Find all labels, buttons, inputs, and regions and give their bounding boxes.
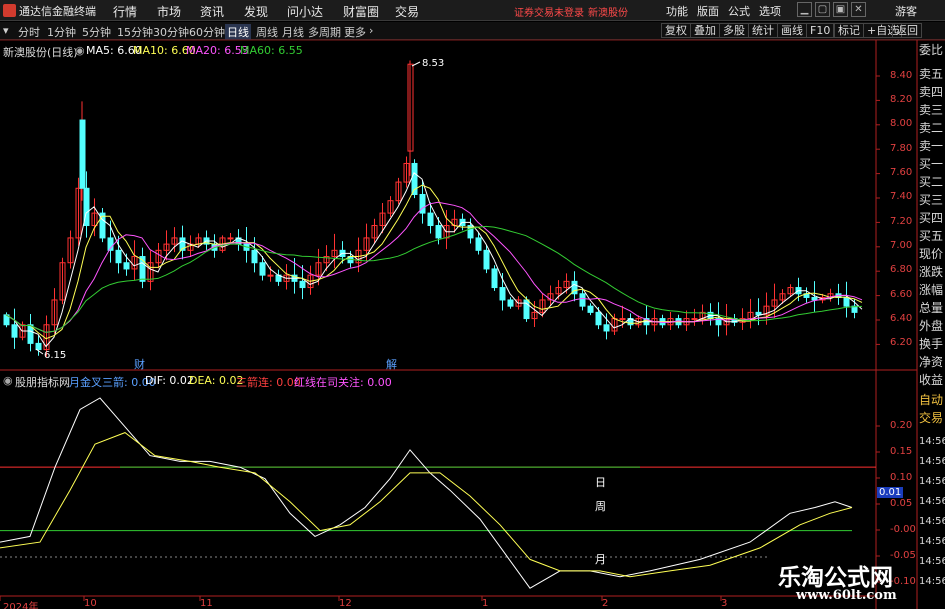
candle-down bbox=[507, 299, 514, 307]
candle-down bbox=[587, 305, 594, 313]
candle-down bbox=[35, 342, 42, 351]
side-time: 14:56 bbox=[919, 556, 945, 567]
min-price-label: 6.15 bbox=[44, 350, 67, 361]
candle-up bbox=[619, 318, 626, 321]
indicator-value-a: 月金叉三箭: 0.00 bbox=[69, 376, 156, 389]
side-time: 14:56 bbox=[919, 436, 945, 447]
week-line-label: 周 bbox=[595, 500, 606, 513]
price-tick: 7.80 bbox=[890, 143, 913, 154]
side-label: 委比 bbox=[919, 43, 944, 57]
indicator-tick: -0.05 bbox=[890, 550, 916, 561]
candle-down bbox=[579, 293, 586, 307]
side-label: 买二 bbox=[919, 175, 944, 189]
event-unlock-marker[interactable]: 解 bbox=[386, 356, 397, 372]
indicator-value-b: 三箭连: 0.00 bbox=[236, 376, 301, 389]
candle-down bbox=[843, 296, 850, 307]
indicator-name: 股朋指标网 bbox=[15, 376, 70, 389]
side-label[interactable]: 交易 bbox=[919, 412, 945, 424]
dif-line bbox=[0, 397, 853, 589]
indicator-current-value: 0.01 bbox=[877, 487, 904, 498]
side-label: 卖三 bbox=[919, 103, 944, 117]
price-tick: 7.00 bbox=[890, 240, 913, 251]
side-label: 买一 bbox=[919, 157, 944, 171]
side-label: 卖五 bbox=[919, 67, 944, 81]
price-tick: 6.80 bbox=[890, 264, 913, 275]
candle-down bbox=[811, 296, 818, 301]
date-tick: 12 bbox=[339, 598, 352, 609]
indicator-tick: 0.15 bbox=[890, 446, 913, 457]
side-label: 换手 bbox=[919, 337, 944, 351]
price-tick: 7.60 bbox=[890, 167, 913, 178]
candle-down bbox=[11, 324, 18, 338]
watermark-title: 乐淘公式网 bbox=[778, 564, 893, 591]
price-tick: 8.40 bbox=[890, 70, 913, 81]
price-tick: 7.20 bbox=[890, 216, 913, 227]
candle-down bbox=[123, 262, 130, 270]
date-tick: 2 bbox=[602, 598, 609, 609]
side-label: 净资 bbox=[919, 355, 944, 369]
date-tick: 11 bbox=[200, 598, 213, 609]
candle-down bbox=[475, 237, 482, 251]
side-label: 卖四 bbox=[919, 85, 944, 99]
side-label[interactable]: 自动 bbox=[919, 394, 945, 406]
side-label: 卖一 bbox=[919, 139, 944, 153]
date-tick: 1 bbox=[482, 598, 489, 609]
candle-up bbox=[691, 318, 698, 321]
candle-down bbox=[115, 249, 122, 264]
date-tick: 3 bbox=[721, 598, 728, 609]
side-time: 14:56 bbox=[919, 576, 945, 587]
indicator-tick: 0.05 bbox=[890, 498, 913, 509]
side-label: 买三 bbox=[919, 193, 944, 207]
side-label: 现价 bbox=[919, 247, 944, 261]
price-tick: 8.20 bbox=[890, 94, 913, 105]
candle-down bbox=[259, 262, 266, 276]
side-label: 涨跌 bbox=[919, 265, 944, 279]
watermark-url: www.60lt.com bbox=[796, 588, 897, 603]
price-tick: 6.60 bbox=[890, 289, 913, 300]
candle-down bbox=[435, 225, 442, 239]
candle-down bbox=[251, 249, 258, 264]
candle-down bbox=[595, 311, 602, 326]
event-finance-marker[interactable]: 财 bbox=[134, 356, 145, 372]
indicator-tick: -0.10 bbox=[890, 576, 916, 587]
side-label: 买四 bbox=[919, 211, 944, 225]
candle-down bbox=[483, 249, 490, 270]
price-tick: 6.20 bbox=[890, 337, 913, 348]
candle-down bbox=[499, 287, 506, 301]
spike-candle bbox=[79, 119, 86, 189]
side-label: 涨幅 bbox=[919, 283, 944, 297]
date-tick: 2024年 bbox=[3, 602, 39, 609]
price-tick: 8.00 bbox=[890, 118, 913, 129]
side-label: 买五 bbox=[919, 229, 944, 243]
indicator-tick: 0.10 bbox=[890, 472, 913, 483]
max-price-label: 8.53 bbox=[422, 58, 445, 69]
candle-down bbox=[427, 212, 434, 227]
day-line-label: 日 bbox=[595, 476, 606, 489]
price-tick: 6.40 bbox=[890, 313, 913, 324]
side-time: 14:56 bbox=[919, 536, 945, 547]
side-label: 外盘 bbox=[919, 319, 944, 333]
price-tick: 7.40 bbox=[890, 191, 913, 202]
indicator-dif: DIF: 0.02 bbox=[145, 374, 194, 387]
indicator-value-c: 红线在司关注: 0.00 bbox=[294, 376, 392, 389]
indicator-tick: 0.20 bbox=[890, 420, 913, 431]
candle-up bbox=[227, 237, 234, 240]
chart-canvas[interactable] bbox=[0, 0, 945, 609]
side-time: 14:56 bbox=[919, 496, 945, 507]
month-line-label: 月 bbox=[595, 553, 606, 566]
side-time: 14:56 bbox=[919, 516, 945, 527]
indicator-tick: -0.00 bbox=[890, 524, 916, 535]
date-tick: 10 bbox=[84, 598, 97, 609]
indicator-settings-icon[interactable]: ◉ bbox=[3, 374, 13, 387]
candle-up bbox=[267, 274, 274, 277]
candle-down bbox=[299, 280, 306, 289]
candle-down bbox=[603, 324, 610, 332]
side-label: 收益 bbox=[919, 373, 944, 387]
side-time: 14:56 bbox=[919, 456, 945, 467]
side-time: 14:56 bbox=[919, 476, 945, 487]
side-label: 总量 bbox=[919, 301, 944, 315]
side-label: 卖二 bbox=[919, 121, 944, 135]
candle-down bbox=[491, 268, 498, 289]
dea-line bbox=[0, 432, 853, 578]
